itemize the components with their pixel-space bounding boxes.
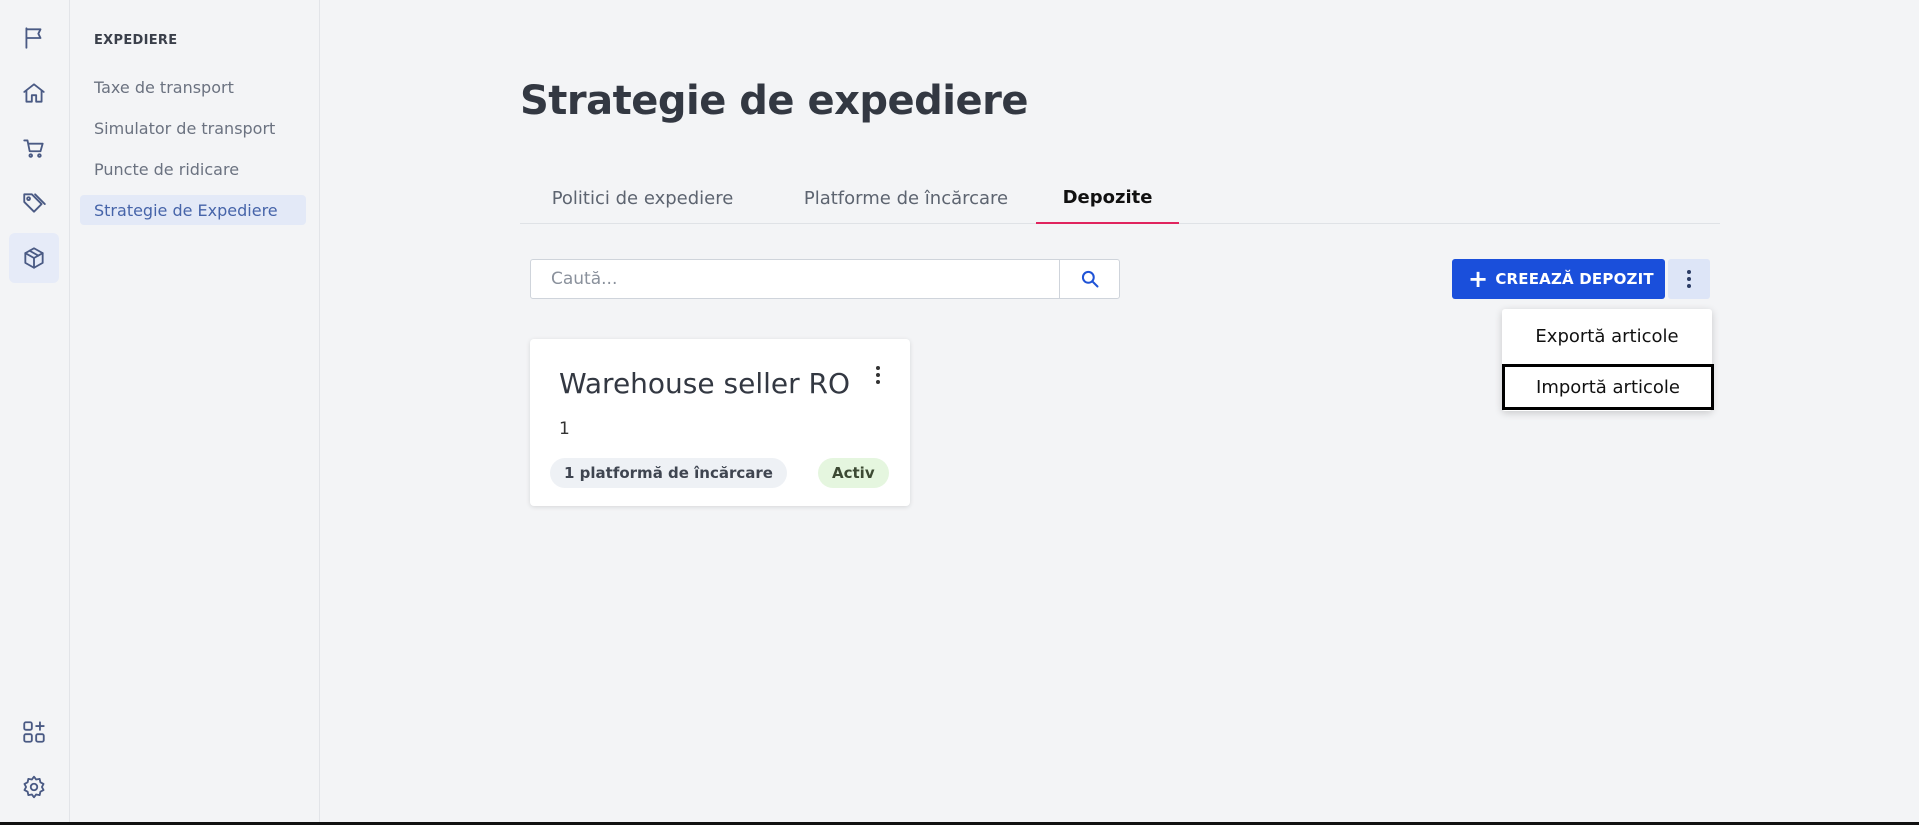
- more-options-menu: Exportă articole Importă articole: [1502, 309, 1714, 411]
- more-options-button[interactable]: [1668, 259, 1710, 299]
- tags-icon[interactable]: [9, 178, 59, 228]
- kebab-icon: [876, 366, 880, 384]
- sidebar: EXPEDIERE Taxe de transport Simulator de…: [70, 0, 320, 822]
- search-input[interactable]: [531, 260, 1059, 298]
- sidebar-item-simulator-transport[interactable]: Simulator de transport: [80, 113, 306, 143]
- sidebar-heading: EXPEDIERE: [94, 33, 178, 48]
- flag-icon[interactable]: [9, 13, 59, 63]
- page-title: Strategie de expediere: [520, 78, 1029, 124]
- icon-rail: [0, 0, 70, 822]
- warehouse-card[interactable]: Warehouse seller RO 1 1 platformă de înc…: [530, 339, 910, 506]
- package-icon[interactable]: [9, 233, 59, 283]
- search-button[interactable]: [1059, 260, 1119, 298]
- tab-bar: Politici de expediere Platforme de încăr…: [520, 172, 1720, 224]
- tab-depozite[interactable]: Depozite: [1036, 172, 1179, 224]
- create-warehouse-button[interactable]: + CREEAZĂ DEPOZIT: [1452, 259, 1665, 299]
- search-box: [530, 259, 1120, 299]
- gear-icon[interactable]: [9, 762, 59, 812]
- cart-icon[interactable]: [9, 123, 59, 173]
- menu-item-export[interactable]: Exportă articole: [1502, 313, 1712, 359]
- warehouse-count: 1: [559, 419, 570, 439]
- kebab-icon: [1687, 270, 1691, 288]
- search-icon: [1081, 270, 1098, 288]
- sidebar-item-strategie-expediere[interactable]: Strategie de Expediere: [80, 195, 306, 225]
- home-icon[interactable]: [9, 68, 59, 118]
- sidebar-item-taxe-transport[interactable]: Taxe de transport: [80, 72, 306, 102]
- apps-add-icon[interactable]: [9, 707, 59, 757]
- tab-platforme-incarcare[interactable]: Platforme de încărcare: [772, 172, 1040, 224]
- tab-politici-expediere[interactable]: Politici de expediere: [520, 172, 765, 224]
- warehouse-name: Warehouse seller RO: [559, 367, 851, 400]
- plus-icon: +: [1468, 265, 1489, 293]
- status-badge: Activ: [818, 458, 889, 488]
- sidebar-item-puncte-ridicare[interactable]: Puncte de ridicare: [80, 154, 306, 184]
- card-options-button[interactable]: [866, 363, 890, 387]
- platform-count-badge: 1 platformă de încărcare: [550, 458, 787, 488]
- menu-item-import[interactable]: Importă articole: [1502, 364, 1714, 410]
- create-warehouse-label: CREEAZĂ DEPOZIT: [1495, 270, 1654, 288]
